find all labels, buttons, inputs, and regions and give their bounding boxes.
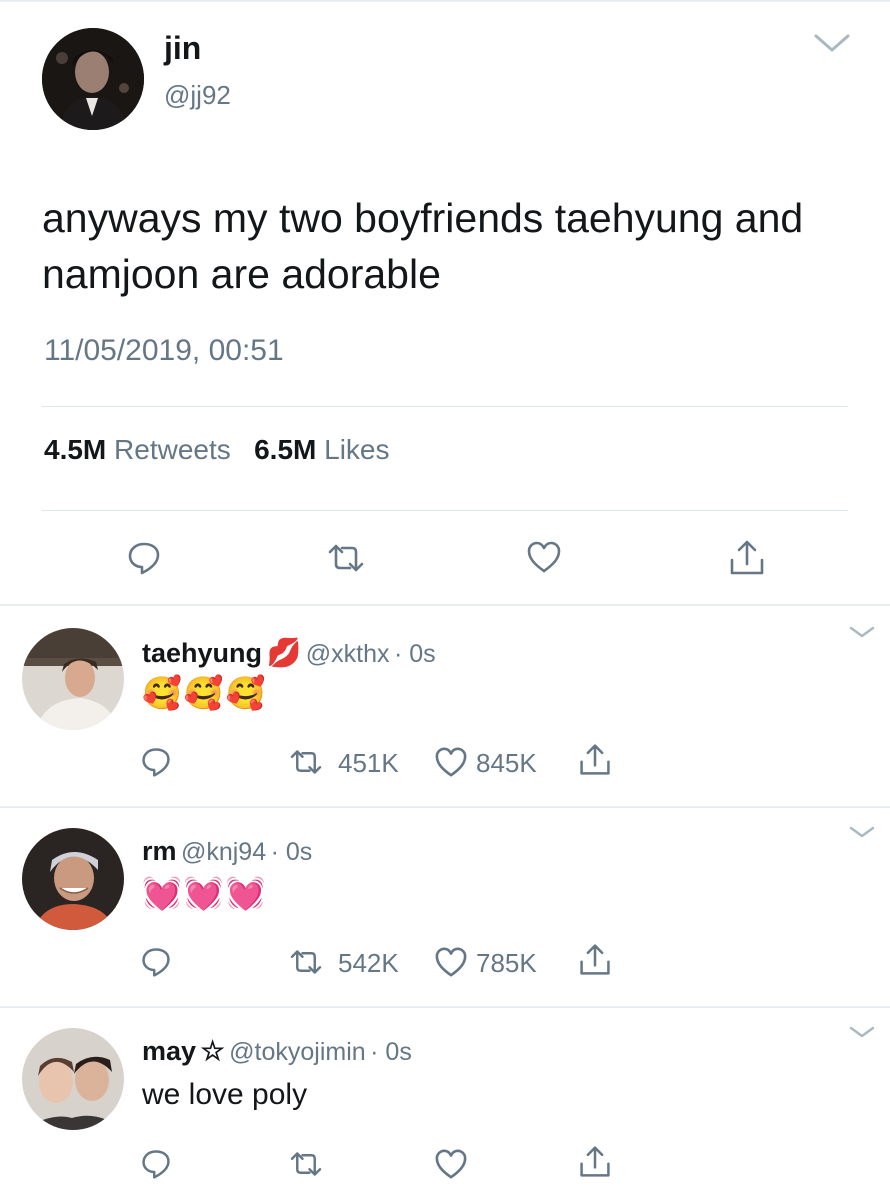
- display-name[interactable]: jin: [164, 30, 201, 67]
- avatar-photo: [22, 828, 124, 930]
- divider: [0, 1006, 890, 1008]
- chevron-down-icon[interactable]: [812, 30, 852, 56]
- reply-time: · 0s: [370, 1038, 412, 1066]
- like-icon[interactable]: [434, 946, 468, 978]
- reply-time: · 0s: [270, 838, 313, 866]
- share-icon[interactable]: [578, 1144, 612, 1180]
- divider: [0, 604, 890, 606]
- divider: [42, 406, 848, 407]
- reply-text: 💓💓💓: [142, 875, 268, 911]
- retweet-icon[interactable]: [288, 748, 324, 776]
- kiss-mark-emoji: 💋: [266, 637, 302, 668]
- like-count: 785K: [476, 948, 537, 978]
- reply-header: may ☆ @tokyojimin · 0s: [142, 1036, 412, 1067]
- like-icon[interactable]: [526, 540, 562, 574]
- username[interactable]: @xkthx: [306, 640, 390, 668]
- retweet-count: 542K: [338, 948, 399, 978]
- reply-text: 🥰🥰🥰: [142, 675, 268, 711]
- reply-icon[interactable]: [140, 1148, 172, 1180]
- like-icon[interactable]: [434, 1148, 468, 1180]
- display-name[interactable]: taehyung: [142, 638, 262, 668]
- share-icon[interactable]: [728, 538, 766, 578]
- like-count: 845K: [476, 748, 537, 778]
- avatar-photo: [22, 628, 124, 730]
- avatar-photo: [22, 1028, 124, 1130]
- reply-text: we love poly: [142, 1078, 308, 1111]
- avatar-photo: [42, 28, 144, 130]
- avatar[interactable]: [42, 28, 144, 130]
- divider: [0, 806, 890, 808]
- username[interactable]: @tokyojimin: [229, 1038, 366, 1066]
- chevron-down-icon[interactable]: [848, 1024, 876, 1040]
- tweet-text: anyways my two boyfriends taehyung and n…: [42, 195, 804, 297]
- reply-header: taehyung 💋 @xkthx · 0s: [142, 636, 436, 669]
- retweets-label[interactable]: Retweets: [114, 434, 231, 465]
- reply-icon[interactable]: [140, 746, 172, 778]
- timestamp[interactable]: 11/05/2019, 00:51: [44, 334, 284, 368]
- username[interactable]: @knj94: [181, 838, 266, 866]
- retweet-icon[interactable]: [288, 948, 324, 976]
- retweet-count: 451K: [338, 748, 399, 778]
- display-name[interactable]: rm: [142, 836, 177, 866]
- chevron-down-icon[interactable]: [848, 824, 876, 840]
- avatar[interactable]: [22, 828, 124, 930]
- engagement-stats: 4.5M Retweets 6.5M Likes: [44, 434, 390, 466]
- avatar[interactable]: [22, 1028, 124, 1130]
- star-badge: ☆: [200, 1036, 225, 1066]
- avatar[interactable]: [22, 628, 124, 730]
- divider: [42, 510, 848, 511]
- reply-icon[interactable]: [140, 946, 172, 978]
- likes-count[interactable]: 6.5M: [254, 434, 316, 465]
- display-name[interactable]: may: [142, 1036, 196, 1066]
- retweet-icon[interactable]: [288, 1150, 324, 1178]
- share-icon[interactable]: [578, 942, 612, 978]
- retweet-icon[interactable]: [326, 542, 366, 574]
- retweets-count[interactable]: 4.5M: [44, 434, 106, 465]
- reply-time: · 0s: [393, 640, 436, 668]
- top-divider: [0, 0, 890, 2]
- share-icon[interactable]: [578, 742, 612, 778]
- like-icon[interactable]: [434, 746, 468, 778]
- likes-label[interactable]: Likes: [324, 434, 389, 465]
- chevron-down-icon[interactable]: [848, 624, 876, 640]
- reply-icon[interactable]: [126, 540, 162, 576]
- username[interactable]: @jj92: [164, 80, 231, 111]
- reply-header: rm @knj94 · 0s: [142, 836, 312, 867]
